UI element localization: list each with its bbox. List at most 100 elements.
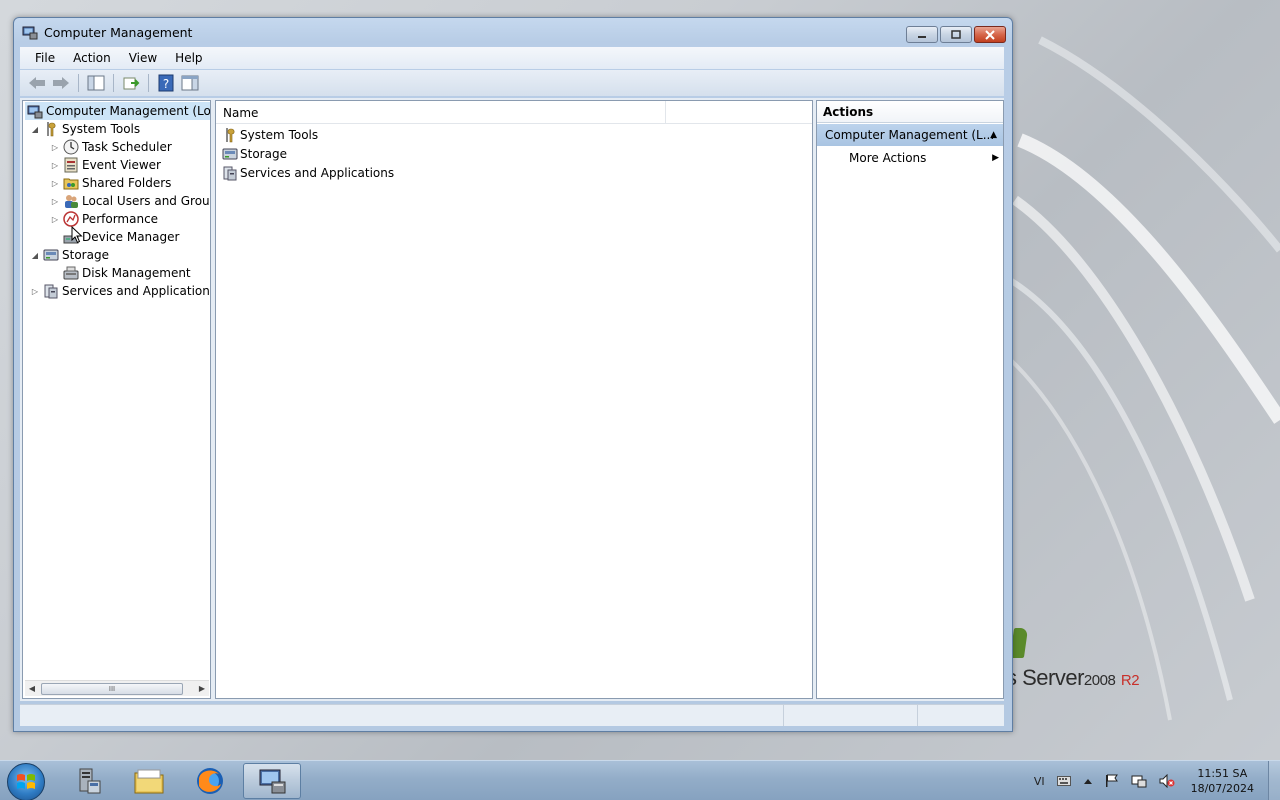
more-actions-label: More Actions (849, 151, 927, 165)
keyboard-icon[interactable] (1056, 776, 1071, 786)
actions-pane: Actions Computer Management (L... ▲ More… (816, 100, 1004, 699)
users-icon (63, 193, 79, 209)
show-desktop-button[interactable] (1268, 761, 1280, 800)
tree-label: System Tools (62, 122, 141, 136)
expand-icon[interactable]: ▷ (29, 287, 41, 296)
tree-item-shared-folders[interactable]: ▷ Shared Folders (49, 174, 171, 192)
system-tools-icon (222, 127, 238, 143)
list-item-system-tools[interactable]: System Tools (222, 126, 318, 144)
list-item-storage[interactable]: Storage (222, 145, 287, 163)
expand-icon[interactable]: ▷ (49, 197, 61, 206)
shared-folders-icon (63, 175, 79, 191)
actions-header: Actions (817, 101, 1003, 123)
tree-item-storage[interactable]: ◢ Storage (29, 246, 109, 264)
windows-logo-icon (17, 774, 35, 789)
expand-icon[interactable]: ▷ (49, 143, 61, 152)
toolbar-separator (78, 74, 79, 92)
tree-item-device-manager[interactable]: Device Manager (49, 228, 179, 246)
desktop-branding: s Server2008 R2 (1006, 665, 1140, 690)
tree-label: Device Manager (82, 230, 180, 244)
maximize-button[interactable] (940, 26, 972, 43)
tree-item-task-scheduler[interactable]: ▷ Task Scheduler (49, 138, 172, 156)
clock-date: 18/07/2024 (1190, 782, 1254, 795)
system-tray: VI 11:51 SA 18/07/2024 (1028, 761, 1280, 800)
computer-management-icon (27, 103, 43, 119)
tree-horizontal-scrollbar[interactable]: ◀ III ▶ (25, 680, 209, 696)
status-cell (784, 705, 918, 726)
windows-explorer-icon[interactable] (120, 763, 178, 799)
tree-label: Disk Management (82, 266, 191, 280)
services-icon (43, 283, 59, 299)
svg-text:?: ? (163, 77, 169, 91)
results-pane: Name System Tools Storage Services and A… (215, 100, 813, 699)
close-button[interactable] (974, 26, 1006, 43)
computer-management-icon (22, 24, 38, 40)
expand-icon[interactable]: ▷ (49, 215, 61, 224)
forward-icon[interactable] (50, 73, 72, 93)
show-hide-tree-icon[interactable] (85, 73, 107, 93)
tree-item-system-tools[interactable]: ◢ System Tools (29, 120, 140, 138)
tree-item-disk-management[interactable]: Disk Management (49, 264, 191, 282)
collapse-up-icon[interactable]: ▲ (990, 130, 997, 140)
list-item-label: Storage (240, 147, 287, 161)
status-cell (918, 705, 1004, 726)
services-icon (222, 165, 238, 181)
tree-label: Performance (82, 212, 159, 226)
language-indicator[interactable]: VI (1034, 775, 1045, 788)
clock-time: 11:51 SA (1197, 767, 1248, 780)
help-icon[interactable]: ? (155, 73, 177, 93)
export-list-icon[interactable] (120, 73, 142, 93)
tree-label: Computer Management (Local (46, 104, 211, 118)
mouse-cursor-icon (71, 225, 83, 244)
tree-item-performance[interactable]: ▷ Performance (49, 210, 158, 228)
menu-file[interactable]: File (26, 51, 64, 65)
computer-management-icon[interactable] (243, 763, 301, 799)
server-manager-icon[interactable] (58, 763, 116, 799)
action-center-flag-icon[interactable] (1105, 774, 1119, 788)
network-icon[interactable] (1131, 774, 1147, 788)
show-hide-action-pane-icon[interactable] (179, 73, 201, 93)
toolbar-separator (148, 74, 149, 92)
menu-help[interactable]: Help (166, 51, 211, 65)
expand-icon[interactable]: ▷ (49, 161, 61, 170)
collapse-icon[interactable]: ◢ (29, 125, 41, 134)
toolbar: ? (20, 70, 1004, 96)
disk-management-icon (63, 265, 79, 281)
list-item-services-applications[interactable]: Services and Applications (222, 164, 394, 182)
tree-item-computer-management[interactable]: Computer Management (Local (25, 102, 211, 120)
performance-icon (63, 211, 79, 227)
status-cell (20, 705, 784, 726)
submenu-arrow-icon: ▶ (992, 153, 999, 163)
menu-action[interactable]: Action (64, 51, 120, 65)
list-item-label: Services and Applications (240, 166, 395, 180)
taskbar: VI 11:51 SA 18/07/2024 (0, 760, 1280, 800)
tree-label: Services and Applications (62, 284, 211, 298)
tree-item-event-viewer[interactable]: ▷ Event Viewer (49, 156, 161, 174)
scroll-left-icon[interactable]: ◀ (25, 684, 39, 693)
tree-item-local-users-groups[interactable]: ▷ Local Users and Groups (49, 192, 210, 210)
minimize-button[interactable] (906, 26, 938, 43)
title-bar[interactable]: Computer Management (14, 18, 1012, 46)
column-header-empty[interactable] (666, 101, 812, 124)
window-title: Computer Management (44, 24, 193, 40)
menu-view[interactable]: View (120, 51, 166, 65)
show-hidden-icons-chevron-icon[interactable] (1083, 777, 1093, 785)
scroll-right-icon[interactable]: ▶ (195, 684, 209, 693)
firefox-icon[interactable] (181, 763, 239, 799)
actions-section-computer-management[interactable]: Computer Management (L... ▲ (817, 124, 1003, 146)
tree-label: Shared Folders (82, 176, 172, 190)
tree-item-services-applications[interactable]: ▷ Services and Applications (29, 282, 211, 300)
start-button[interactable] (7, 763, 45, 800)
more-actions-item[interactable]: More Actions ▶ (849, 149, 999, 167)
volume-muted-icon[interactable] (1159, 774, 1175, 788)
expand-icon[interactable]: ▷ (49, 179, 61, 188)
tree-label: Storage (62, 248, 109, 262)
console-tree: Computer Management (Local ◢ System Tool… (22, 100, 211, 699)
scroll-thumb[interactable]: III (41, 682, 183, 695)
collapse-icon[interactable]: ◢ (29, 251, 41, 260)
clock[interactable]: 11:51 SA 18/07/2024 (1191, 766, 1254, 796)
column-header-name[interactable]: Name (216, 101, 666, 124)
back-icon[interactable] (26, 73, 48, 93)
tree-label: Task Scheduler (82, 140, 172, 154)
client-area: Computer Management (Local ◢ System Tool… (20, 98, 1004, 701)
